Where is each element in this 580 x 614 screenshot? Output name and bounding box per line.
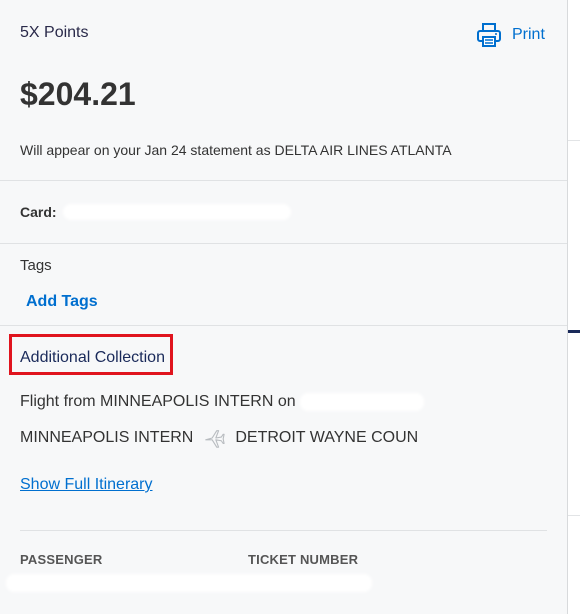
destination-airport: DETROIT WAYNE COUN bbox=[235, 429, 419, 446]
transaction-detail-panel: 5X Points Print $204.21 Will appear on y… bbox=[0, 0, 568, 614]
print-button[interactable]: Print bbox=[476, 22, 545, 48]
redacted-card-number bbox=[62, 204, 291, 220]
adjacent-panel-edge bbox=[568, 0, 580, 614]
additional-collection-title: Additional Collection bbox=[20, 349, 165, 366]
print-label: Print bbox=[512, 26, 545, 43]
redacted-passenger-row bbox=[6, 574, 372, 592]
passenger-column-header: PASSENGER bbox=[20, 552, 103, 567]
flight-description: Flight from MINNEAPOLIS INTERN on bbox=[20, 393, 424, 411]
active-indicator bbox=[568, 330, 580, 333]
divider bbox=[568, 140, 580, 141]
divider bbox=[20, 530, 547, 531]
transaction-amount: $204.21 bbox=[20, 76, 136, 112]
printer-icon bbox=[477, 23, 501, 47]
add-tags-link[interactable]: Add Tags bbox=[26, 293, 98, 311]
tags-label: Tags bbox=[20, 257, 52, 274]
reward-label: 5X Points bbox=[20, 24, 89, 41]
flight-route: MINNEAPOLIS INTERN DETROIT WAYNE COUN bbox=[20, 427, 418, 449]
flight-text: Flight from MINNEAPOLIS INTERN on bbox=[20, 393, 296, 410]
show-full-itinerary-link[interactable]: Show Full Itinerary bbox=[20, 476, 153, 494]
redacted-flight-date bbox=[299, 393, 424, 411]
card-row: Card: bbox=[20, 204, 291, 220]
card-label: Card: bbox=[20, 204, 57, 220]
divider bbox=[0, 243, 567, 244]
origin-airport: MINNEAPOLIS INTERN bbox=[20, 429, 194, 446]
divider bbox=[568, 515, 580, 516]
statement-note: Will appear on your Jan 24 statement as … bbox=[20, 142, 452, 158]
divider bbox=[0, 325, 567, 326]
divider bbox=[0, 180, 567, 181]
airplane-icon bbox=[205, 430, 225, 448]
ticket-number-column-header: TICKET NUMBER bbox=[248, 552, 359, 567]
